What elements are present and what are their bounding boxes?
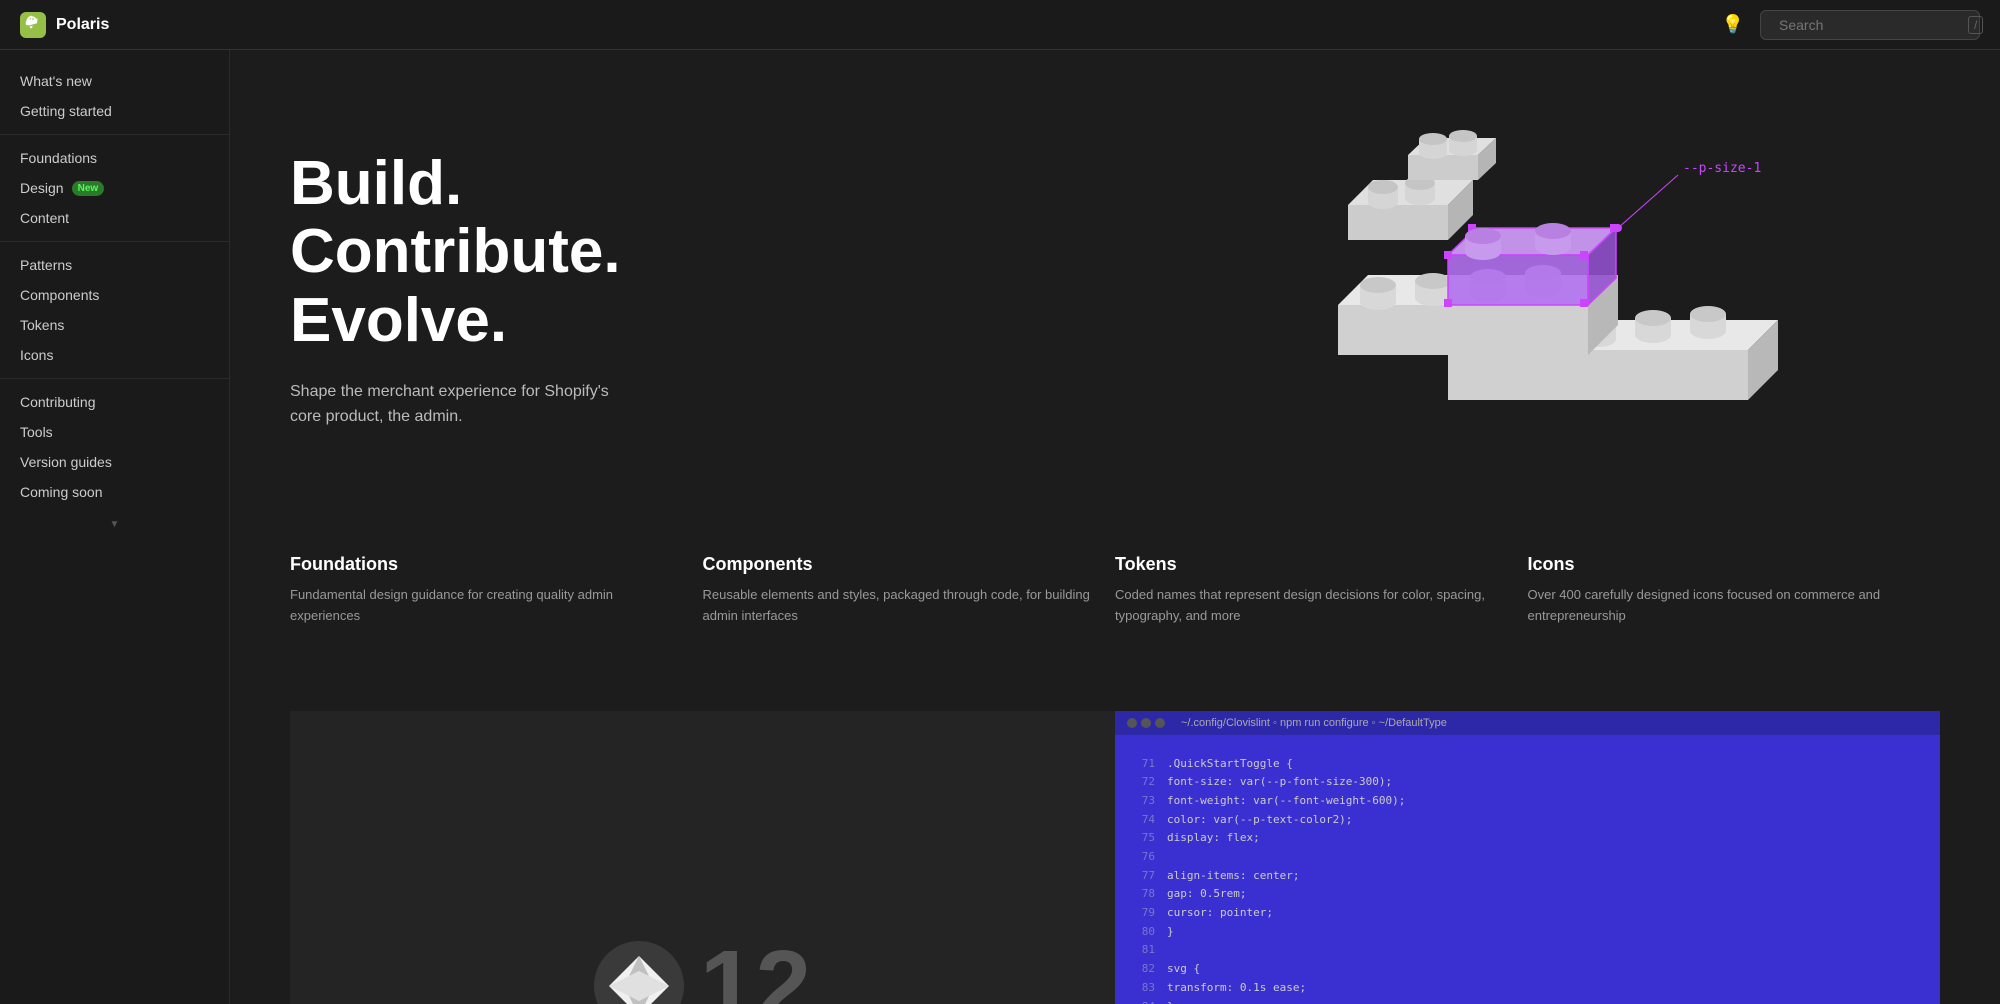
sidebar-divider-3 (0, 378, 229, 379)
topbar-right: 💡 / (1722, 10, 1980, 40)
code-line: 80} (1135, 923, 1920, 942)
ctrl-dot-2 (1141, 718, 1151, 728)
sidebar-item-foundations[interactable]: Foundations (0, 143, 229, 173)
version-badge: 12 (594, 936, 811, 1004)
code-line: 81 (1135, 941, 1920, 960)
sidebar-item-icons[interactable]: Icons (0, 340, 229, 370)
new-badge: New (72, 181, 105, 196)
hero-subtitle: Shape the merchant experience for Shopif… (290, 379, 670, 430)
line-number: 83 (1135, 979, 1155, 998)
code-line: 74 color: var(--p-text-color2); (1135, 811, 1920, 830)
shopify-logo-icon (20, 12, 46, 38)
line-code: display: flex; (1167, 829, 1260, 848)
polaris-diamond-icon (594, 941, 684, 1004)
sidebar-item-whats-new[interactable]: What's new (0, 66, 229, 96)
line-number: 81 (1135, 941, 1155, 960)
line-number: 78 (1135, 885, 1155, 904)
sidebar-section-top: What's new Getting started (0, 66, 229, 126)
search-shortcut: / (1968, 16, 1983, 34)
code-line: 71 .QuickStartToggle { (1135, 755, 1920, 774)
line-code: gap: 0.5rem; (1167, 885, 1246, 904)
search-box[interactable]: / (1760, 10, 1980, 40)
sidebar-item-tokens[interactable]: Tokens (0, 310, 229, 340)
sidebar-item-version-guides[interactable]: Version guides (0, 447, 229, 477)
line-number: 79 (1135, 904, 1155, 923)
brand-area: Polaris (20, 12, 109, 38)
main-content: Build. Contribute. Evolve. Shape the mer… (230, 50, 2000, 1004)
code-line: 79 cursor: pointer; (1135, 904, 1920, 923)
version-number: 12 (700, 936, 811, 1004)
editor-controls (1127, 718, 1165, 728)
line-code: color: var(--p-text-color2); (1167, 811, 1352, 830)
line-number: 84 (1135, 998, 1155, 1004)
line-number: 72 (1135, 773, 1155, 792)
line-code: svg { (1167, 960, 1200, 979)
feature-card-icons[interactable]: Icons Over 400 carefully designed icons … (1528, 530, 1941, 651)
sidebar-item-patterns[interactable]: Patterns (0, 250, 229, 280)
hero-section: Build. Contribute. Evolve. Shape the mer… (230, 50, 2000, 530)
hero-title: Build. Contribute. Evolve. (290, 150, 1115, 355)
sidebar-section-footer: Contributing Tools Version guides Coming… (0, 387, 229, 507)
line-number: 77 (1135, 867, 1155, 886)
brand-name: Polaris (56, 16, 109, 34)
sidebar-item-getting-started[interactable]: Getting started (0, 96, 229, 126)
sidebar-section-main: Foundations Design New Content (0, 143, 229, 233)
code-editor-bar: ~/.config/Clovislint ◦ npm run configure… (1115, 711, 1940, 735)
line-code: align-items: center; (1167, 867, 1299, 886)
feature-card-foundations[interactable]: Foundations Fundamental design guidance … (290, 530, 703, 651)
code-line: 83 transform: 0.1s ease; (1135, 979, 1920, 998)
scroll-indicator: ▼ (0, 515, 229, 534)
sidebar-item-content[interactable]: Content (0, 203, 229, 233)
sidebar-divider-2 (0, 241, 229, 242)
code-preview: 71.QuickStartToggle {72 font-size: var(-… (1115, 735, 1940, 1004)
svg-text:--p-size-1: --p-size-1 (1683, 161, 1761, 176)
sidebar-item-coming-soon[interactable]: Coming soon (0, 477, 229, 507)
feature-card-components[interactable]: Components Reusable elements and styles,… (703, 530, 1116, 651)
line-code: } (1167, 998, 1174, 1004)
line-code: cursor: pointer; (1167, 904, 1273, 923)
code-line: 82 svg { (1135, 960, 1920, 979)
code-line: 73 font-weight: var(--font-weight-600); (1135, 792, 1920, 811)
sidebar-item-tools[interactable]: Tools (0, 417, 229, 447)
version-card: 12 (290, 711, 1115, 1004)
code-line: 76 (1135, 848, 1920, 867)
line-code: font-weight: var(--font-weight-600); (1167, 792, 1405, 811)
sidebar-item-contributing[interactable]: Contributing (0, 387, 229, 417)
layout: What's new Getting started Foundations D… (0, 50, 2000, 1004)
line-number: 76 (1135, 848, 1155, 867)
sidebar-item-design[interactable]: Design New (0, 173, 229, 203)
features-section: Foundations Fundamental design guidance … (230, 530, 2000, 711)
code-line: 78 gap: 0.5rem; (1135, 885, 1920, 904)
line-number: 82 (1135, 960, 1155, 979)
line-number: 74 (1135, 811, 1155, 830)
lego-illustration: --p-size-1 (1248, 110, 1808, 470)
line-number: 71 (1135, 755, 1155, 774)
sidebar-item-components[interactable]: Components (0, 280, 229, 310)
line-code: font-size: var(--p-font-size-300); (1167, 773, 1392, 792)
code-line: 72 font-size: var(--p-font-size-300); (1135, 773, 1920, 792)
line-number: 75 (1135, 829, 1155, 848)
code-line: 75 display: flex; (1135, 829, 1920, 848)
sidebar-divider-1 (0, 134, 229, 135)
code-card: ~/.config/Clovislint ◦ npm run configure… (1115, 711, 1940, 1004)
bottom-cards: 12 ~/.config/Clovislint ◦ npm run config… (230, 711, 2000, 1004)
ctrl-dot-1 (1127, 718, 1137, 728)
bulb-icon[interactable]: 💡 (1722, 14, 1744, 35)
code-line: 84} (1135, 998, 1920, 1004)
ctrl-dot-3 (1155, 718, 1165, 728)
sidebar: What's new Getting started Foundations D… (0, 50, 230, 1004)
line-number: 80 (1135, 923, 1155, 942)
search-input[interactable] (1779, 17, 1960, 33)
sidebar-section-resources: Patterns Components Tokens Icons (0, 250, 229, 370)
hero-image: --p-size-1 (1115, 110, 1940, 470)
topbar: Polaris 💡 / (0, 0, 2000, 50)
line-code: } (1167, 923, 1174, 942)
line-code: transform: 0.1s ease; (1167, 979, 1306, 998)
code-line: 77 align-items: center; (1135, 867, 1920, 886)
editor-tab: ~/.config/Clovislint ◦ npm run configure… (1181, 717, 1447, 729)
feature-card-tokens[interactable]: Tokens Coded names that represent design… (1115, 530, 1528, 651)
hero-text: Build. Contribute. Evolve. Shape the mer… (290, 150, 1115, 430)
line-code: .QuickStartToggle { (1167, 755, 1293, 774)
line-number: 73 (1135, 792, 1155, 811)
